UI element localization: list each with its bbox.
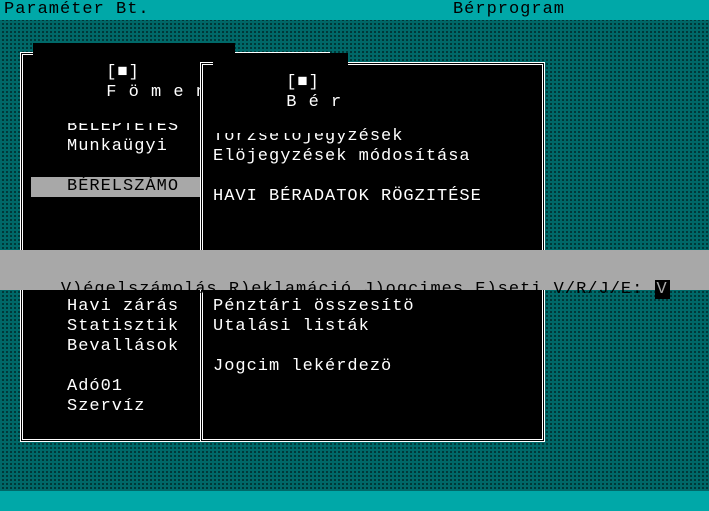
title-bar: Paraméter Bt. Bérprogram: [0, 0, 709, 20]
close-icon[interactable]: [■]: [106, 63, 140, 83]
workspace: [■] F ö m e n ü PRÓBAAktuális idős BELÉP…: [0, 20, 709, 491]
ber-menu-title: B é r: [286, 93, 342, 112]
status-bar: Alt-D Dátum Alt-B Beállítások F9-Menü he…: [0, 491, 709, 511]
app-company: Paraméter Bt.: [4, 0, 150, 20]
menu-item[interactable]: Jogcim lekérdezö: [211, 357, 534, 377]
menu-item: [211, 167, 534, 187]
menu-item[interactable]: HAVI BÉRADATOK RÖGZITÉSE: [211, 187, 534, 207]
menu-item[interactable]: Pénztári összesítö: [211, 297, 534, 317]
close-icon[interactable]: [■]: [286, 73, 320, 93]
app-title: Bérprogram: [453, 0, 705, 20]
menu-item[interactable]: Utalási listák: [211, 317, 534, 337]
ber-menu-titlebar: [■] B é r: [213, 53, 348, 133]
prompt-text: V)égelszámolás,R)eklamáció,J)ogcimes,E)s…: [61, 280, 655, 299]
menu-item: [211, 337, 534, 357]
prompt-value[interactable]: V: [655, 280, 670, 299]
prompt-bar[interactable]: V)égelszámolás,R)eklamáció,J)ogcimes,E)s…: [0, 250, 709, 290]
menu-item[interactable]: Elöjegyzések módosítása: [211, 147, 534, 167]
